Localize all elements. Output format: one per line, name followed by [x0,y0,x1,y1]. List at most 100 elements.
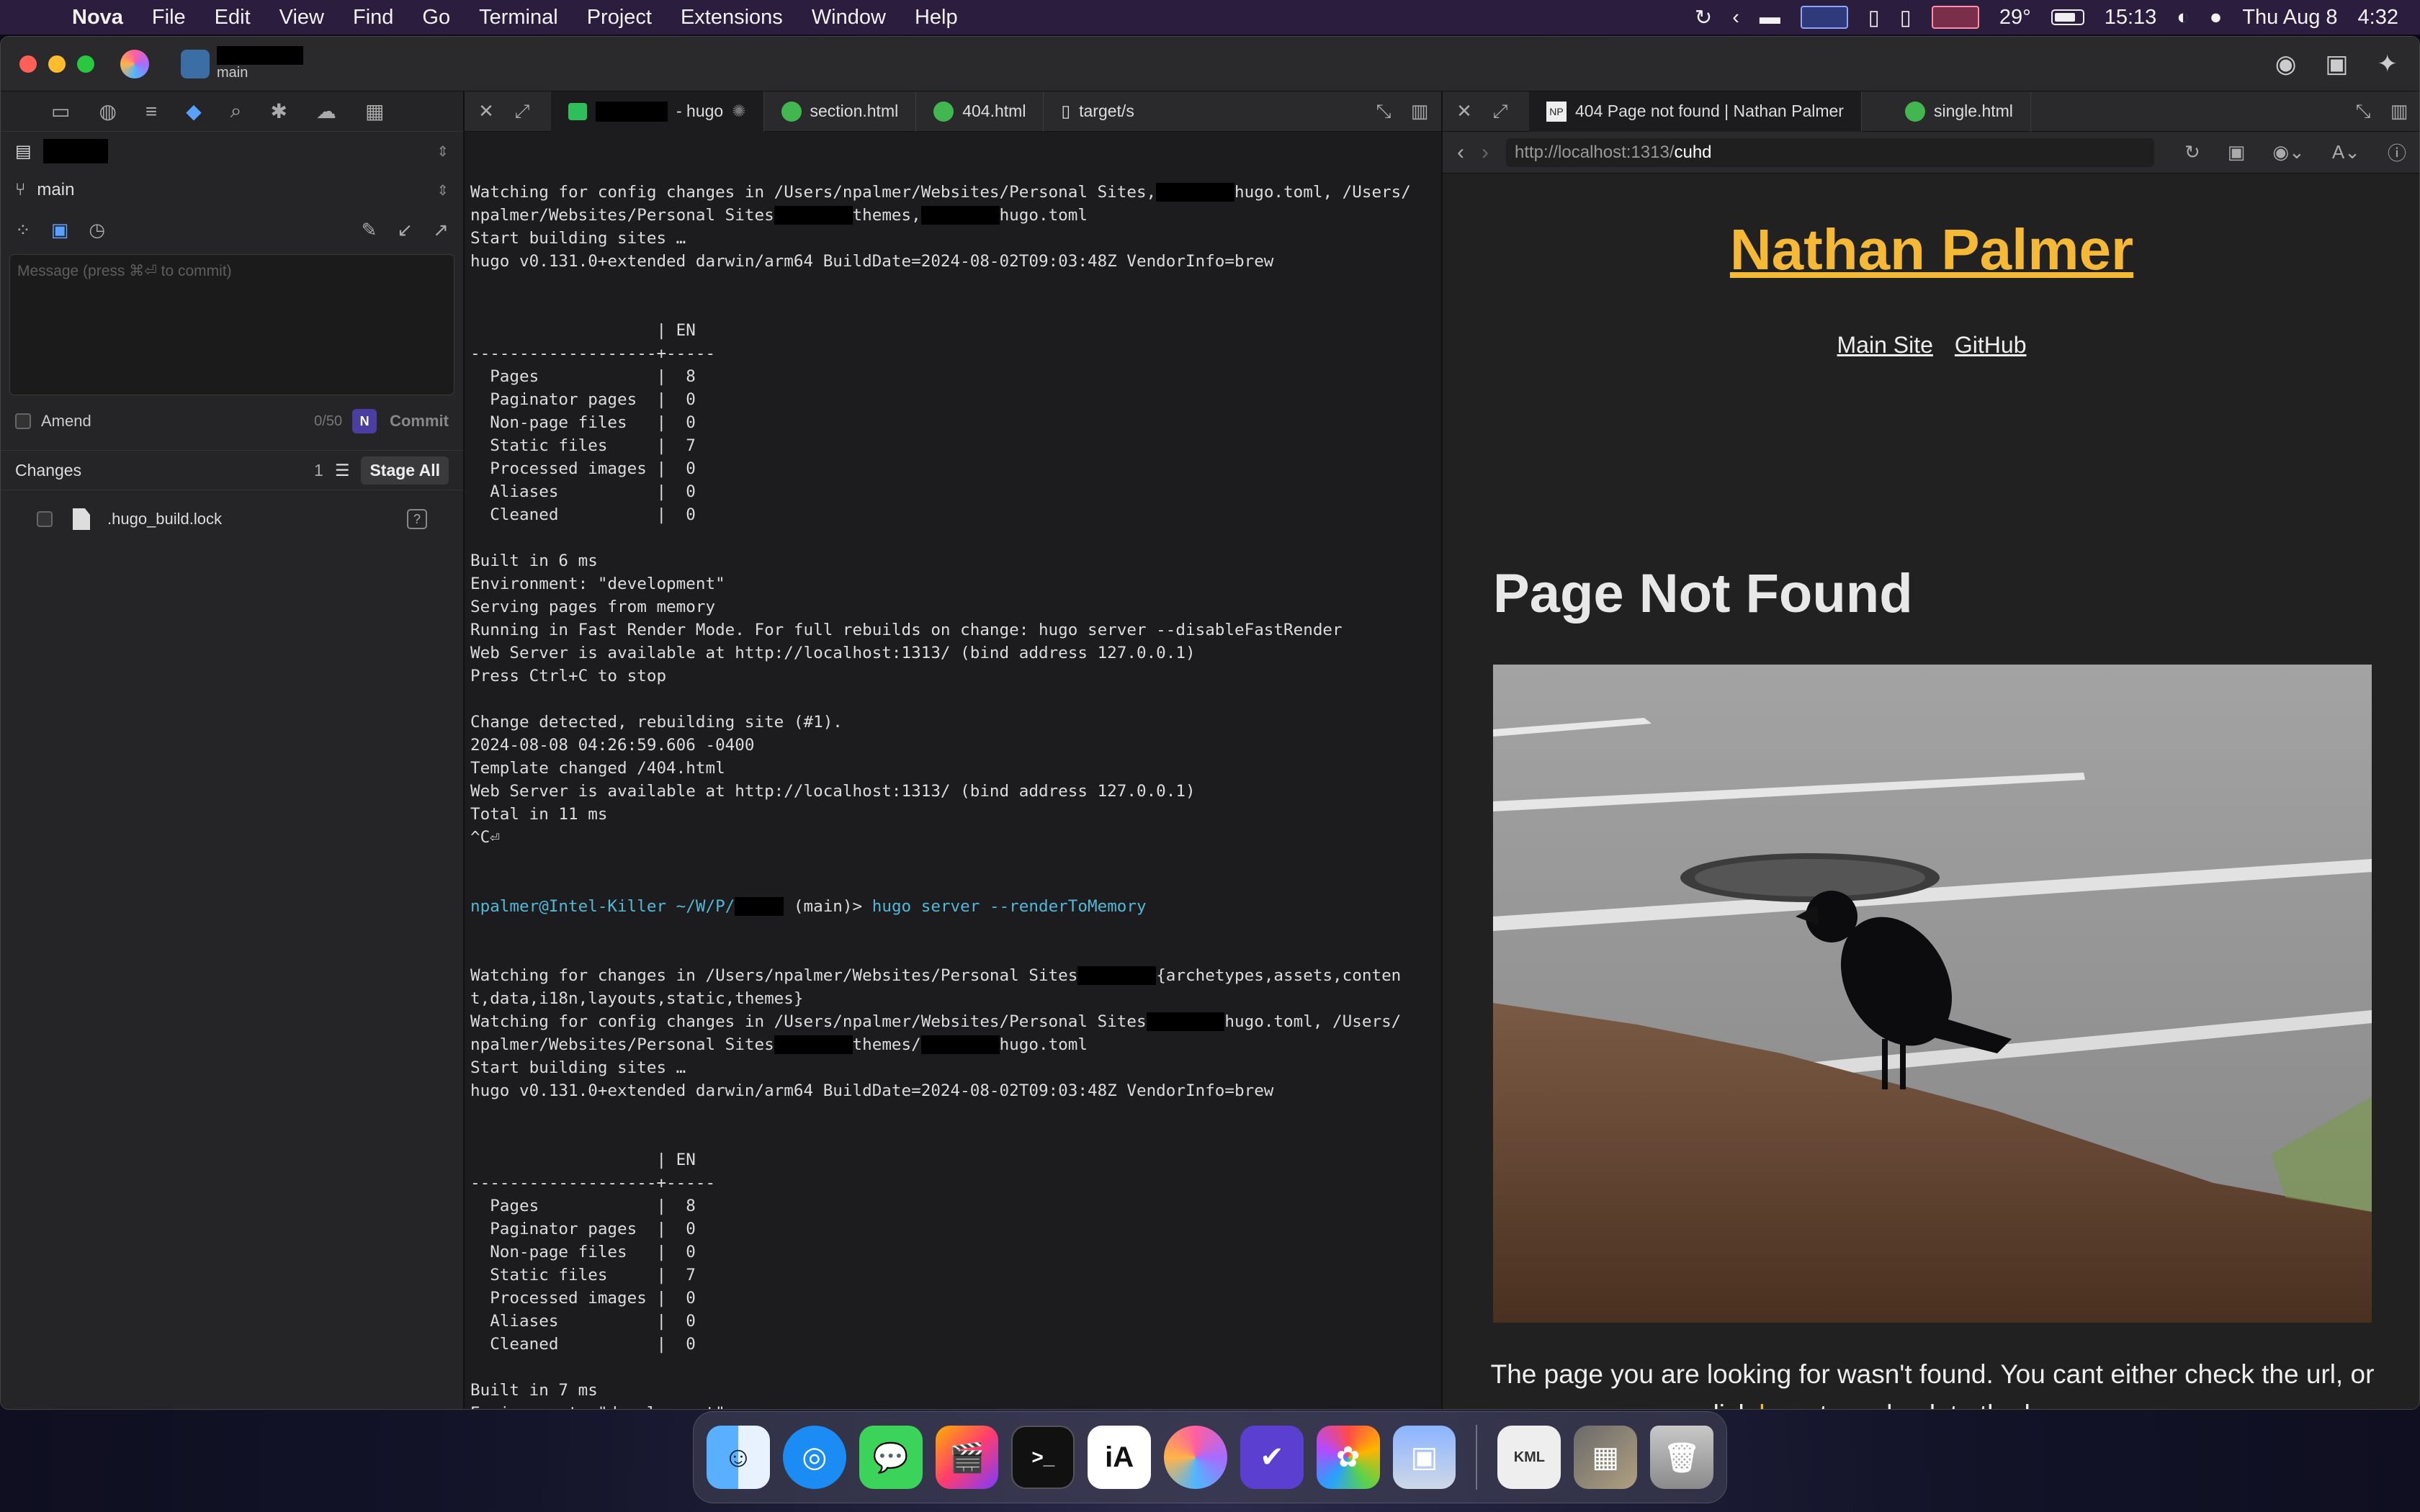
weather-temperature[interactable]: 29° [1999,6,2031,30]
stage-all-button[interactable]: Stage All [361,456,449,485]
layout-icon[interactable]: ▣ [2325,50,2348,78]
repository-selector[interactable]: ▤ ⇕ [1,132,463,171]
reload-icon[interactable]: ↻ [2184,139,2200,166]
zoom-window-button[interactable] [77,55,94,73]
menu-go[interactable]: Go [408,6,465,30]
compose-icon[interactable]: ✎ [362,219,377,241]
disk-icon[interactable]: ▯ [1900,5,1912,30]
expand-pane-icon[interactable]: ⤢ [508,100,537,123]
time-machine-icon[interactable]: ↻ [1695,5,1712,30]
redacted-path: xxxxx [735,897,784,916]
terminal-icon[interactable]: >_ [1011,1426,1075,1489]
control-center-icon[interactable]: ◐ [2177,6,2190,30]
ia-writer-icon[interactable]: iA [1088,1426,1152,1489]
grid-icon[interactable]: ⁘ [15,219,31,241]
bed-icon[interactable]: ▬ [1760,6,1780,30]
address-input[interactable]: http://localhost:1313/cuhd [1506,138,2154,167]
menu-window[interactable]: Window [797,6,900,30]
sidebar-toggle-icon[interactable]: ▥ [1405,100,1434,122]
list-options-icon[interactable]: ☰ [335,461,350,480]
menu-app-name[interactable]: Nova [58,6,138,30]
info-icon[interactable]: ⓘ [2388,139,2406,166]
menubar-clock[interactable]: 4:32 [2358,6,2398,30]
chevron-left-icon[interactable]: ‹ [1732,6,1739,30]
author-badge[interactable]: N [352,409,377,433]
safari-icon[interactable]: ◎ [782,1426,846,1489]
siri-icon[interactable]: ● [2210,6,2223,30]
remote-icon[interactable]: ◍ [99,99,116,123]
cloud-icon[interactable]: ☁ [316,99,336,123]
close-pane-icon[interactable]: ✕ [1450,100,1479,122]
issues-icon[interactable]: ✱ [270,99,287,123]
nova-logo-icon[interactable] [120,49,149,78]
amend-checkbox[interactable] [15,413,31,429]
url-path: cuhd [1674,142,1712,162]
menu-file[interactable]: File [138,6,200,30]
final-cut-icon[interactable]: 🎬 [935,1426,999,1489]
close-window-button[interactable] [19,55,37,73]
menu-project[interactable]: Project [573,6,666,30]
tab-section-html[interactable]: section.html [764,91,917,132]
tab-target-file[interactable]: ▯ target/s [1044,91,1151,132]
branch-selector[interactable]: ⑂ main ⇕ [1,171,463,210]
minimize-window-button[interactable] [48,55,66,73]
memory-icon[interactable]: ▯ [1868,5,1880,30]
web-inspector-icon[interactable]: ▣ [2228,139,2246,166]
menu-view[interactable]: View [265,6,339,30]
trash-icon[interactable]: 🗑 [1650,1426,1713,1489]
visibility-menu-icon[interactable]: ◉⌄ [2272,139,2304,166]
sidebar-toggle-icon[interactable]: ▥ [2385,100,2414,122]
nova-icon[interactable] [1164,1426,1227,1489]
tab-terminal-hugo[interactable]: - hugo ✺ [551,91,764,132]
menu-terminal[interactable]: Terminal [465,6,573,30]
project-selector[interactable]: main [217,46,303,81]
home-link[interactable]: here [1759,1400,1812,1409]
sparkle-icon[interactable]: ✦ [2378,50,2398,78]
tab-404-html[interactable]: 404.html [916,91,1044,132]
photos-icon[interactable]: ✿ [1316,1426,1380,1489]
omnifocus-icon[interactable]: ✔ [1240,1426,1304,1489]
back-icon[interactable]: ‹ [1457,140,1464,165]
files-icon[interactable]: ▭ [51,99,70,123]
preview-icon[interactable]: ▣ [1392,1426,1456,1489]
cpu-graph-icon[interactable] [1800,6,1848,29]
site-title-link[interactable]: Nathan Palmer [1443,217,2419,283]
git-icon[interactable]: ◆ [186,99,202,123]
split-icon[interactable]: ⤡ [2349,100,2378,123]
search-icon[interactable]: ⌕ [230,99,242,123]
menu-find[interactable]: Find [339,6,408,30]
close-pane-icon[interactable]: ✕ [472,100,501,122]
tab-404-page[interactable]: NP 404 Page not found | Nathan Palmer [1529,91,1862,132]
menubar-date[interactable]: Thu Aug 8 [2242,6,2337,30]
screenshot-icon[interactable]: ▦ [1574,1426,1638,1489]
push-icon[interactable]: ↗ [433,219,449,241]
file-stage-checkbox[interactable] [37,511,53,527]
split-icon[interactable]: ⤡ [1369,100,1398,123]
pull-icon[interactable]: ↙ [397,219,413,241]
project-icon[interactable] [181,49,210,78]
preview-eye-icon[interactable]: ◉ [2275,50,2297,78]
kml-file-icon[interactable]: KML [1497,1426,1561,1489]
terminal-output[interactable]: Watching for config changes in /Users/np… [465,132,1441,1409]
changed-file-row[interactable]: .hugo_build.lock ? [1,498,463,541]
battery-icon[interactable] [2051,9,2084,25]
commit-message-input[interactable]: Message (press ⌘⏎ to commit) [9,254,454,395]
font-size-menu-icon[interactable]: A⌄ [2332,139,2360,166]
commit-button[interactable]: Commit [390,412,449,431]
network-graph-icon[interactable] [1931,6,1979,29]
history-icon[interactable]: ◷ [89,219,105,241]
forward-icon[interactable]: › [1482,140,1489,165]
symbols-icon[interactable]: ≡ [145,100,157,123]
expand-pane-icon[interactable]: ⤢ [1486,100,1515,123]
menu-extensions[interactable]: Extensions [666,6,797,30]
nav-main-site-link[interactable]: Main Site [1837,332,1933,359]
messages-icon[interactable]: 💬 [859,1426,923,1489]
menu-edit[interactable]: Edit [200,6,265,30]
menubar-clock-secondary[interactable]: 15:13 [2105,6,2157,30]
finder-icon[interactable]: ☺ [707,1426,770,1489]
changes-view-icon[interactable]: ▣ [51,219,69,241]
menu-help[interactable]: Help [900,6,972,30]
extensions-icon[interactable]: ▦ [365,99,384,123]
nav-github-link[interactable]: GitHub [1955,332,2027,359]
tab-single-html[interactable]: single.html [1862,91,2031,132]
